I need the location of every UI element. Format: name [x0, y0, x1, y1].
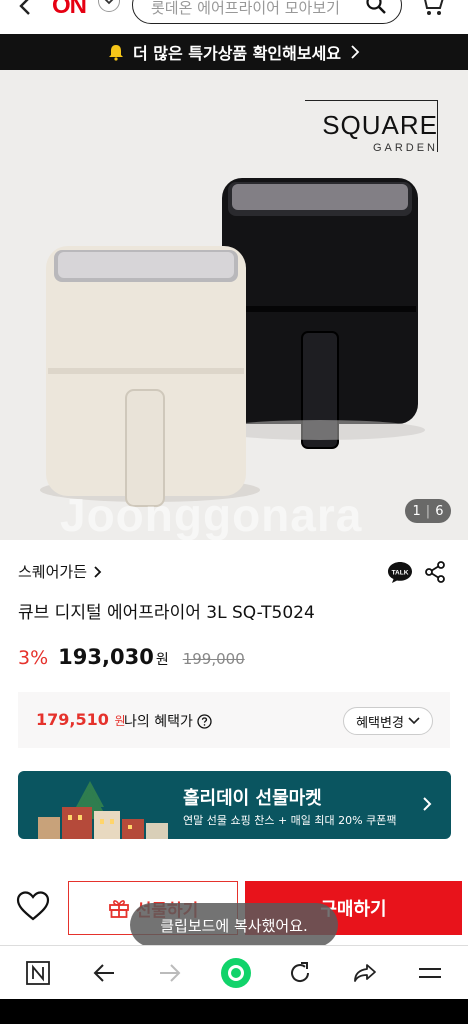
question-icon[interactable] — [197, 713, 212, 729]
back-arrow-icon[interactable] — [92, 960, 118, 986]
holiday-village-illustration — [38, 781, 168, 839]
discount-rate: 3% — [18, 647, 49, 669]
wishlist-heart-icon[interactable] — [16, 890, 50, 922]
back-arrow-icon[interactable] — [14, 0, 38, 18]
benefit-label-text: 나의 혜택가 — [124, 714, 193, 730]
product-image[interactable]: SQUARE GARDEN Joonggonara 1 | 6 — [0, 70, 468, 540]
chevron-down-icon — [408, 717, 420, 725]
chevron-right-icon — [351, 45, 360, 59]
product-title: 큐브 디지털 에어프라이어 3L SQ-T5024 — [18, 603, 315, 623]
brand-store-link[interactable]: 스퀘어가든 — [18, 561, 103, 582]
bell-icon — [108, 45, 123, 61]
image-counter-total: 6 — [435, 503, 444, 519]
banner-title: 홀리데이 선물마켓 — [183, 788, 322, 809]
original-price: 199,000 — [182, 650, 245, 668]
brand-name: 스퀘어가든 — [18, 563, 88, 581]
change-benefit-label: 혜택변경 — [356, 715, 404, 731]
search-icon[interactable] — [365, 0, 387, 15]
watermark-text: Joonggonara — [60, 489, 363, 540]
system-bar — [0, 999, 468, 1024]
menu-icon[interactable] — [417, 960, 443, 986]
talk-chat-icon[interactable]: TALK — [387, 560, 413, 584]
price-row: 3% 193,030 원 199,000 — [18, 645, 245, 669]
refresh-icon[interactable] — [287, 960, 313, 986]
search-placeholder: 롯데온 에어프라이어 모아보기 — [151, 0, 340, 17]
gift-icon — [108, 900, 129, 918]
air-fryer-illustration — [40, 178, 425, 507]
cart-icon[interactable] — [418, 0, 446, 18]
search-input[interactable]: 롯데온 에어프라이어 모아보기 — [132, 0, 402, 24]
change-benefit-button[interactable]: 혜택변경 — [343, 707, 433, 735]
chevron-right-icon — [94, 565, 102, 578]
holiday-gift-market-banner[interactable]: 홀리데이 선물마켓 연말 선물 쇼핑 찬스 + 매일 최대 20% 쿠폰팩 — [18, 771, 451, 839]
image-counter-current: 1 — [412, 503, 421, 519]
image-counter: 1 | 6 — [405, 499, 451, 523]
green-dot-home-icon[interactable] — [219, 956, 253, 990]
toast-message: 클립보드에 복사했어요. — [130, 903, 338, 947]
banner-subtitle: 연말 선물 쇼핑 찬스 + 매일 최대 20% 쿠폰팩 — [183, 814, 397, 827]
chevron-right-icon — [423, 797, 432, 811]
top-header: ON 롯데온 에어프라이어 모아보기 — [0, 0, 468, 34]
browser-nav-bar — [0, 945, 468, 999]
benefit-price-value: 179,510 — [36, 710, 109, 729]
talk-icon-label: TALK — [392, 570, 409, 577]
image-counter-separator: | — [425, 503, 431, 519]
forward-arrow-icon[interactable] — [156, 960, 182, 986]
benefit-price-box: 179,510 원 나의 혜택가 혜택변경 — [18, 692, 450, 748]
naver-n-icon[interactable] — [25, 960, 51, 986]
promo-text: 더 많은 특가상품 확인해보세요 — [132, 44, 342, 63]
share-icon[interactable] — [424, 561, 446, 583]
sale-price: 193,030 — [58, 645, 154, 669]
benefit-price: 179,510 원 — [36, 710, 126, 729]
benefit-label: 나의 혜택가 — [124, 711, 212, 731]
promo-banner[interactable]: 더 많은 특가상품 확인해보세요 — [0, 34, 468, 70]
price-currency: 원 — [155, 652, 169, 668]
share-arrow-icon[interactable] — [352, 960, 378, 986]
lotteon-logo[interactable]: ON — [52, 0, 87, 20]
chevron-down-icon[interactable] — [98, 0, 120, 12]
